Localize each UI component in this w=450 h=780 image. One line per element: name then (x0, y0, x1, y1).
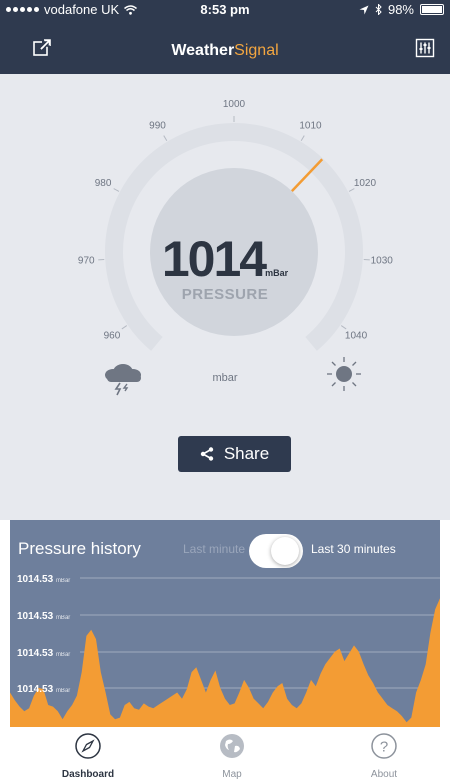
tab-label: Dashboard (61, 769, 115, 780)
question-icon: ? (371, 733, 397, 759)
status-bar: vodafone UK 8:53 pm 98% (0, 0, 450, 20)
battery-percent: 98% (387, 2, 414, 17)
tab-dashboard[interactable]: Dashboard (48, 732, 128, 780)
gauge-unit-caption: mbar (212, 372, 238, 384)
y-axis-label: 1014.53 mBar (17, 648, 71, 659)
y-axis-label: 1014.53 mBar (17, 684, 71, 695)
pressure-gauge-panel: 960 970 980 990 1000 1010 1020 1030 1040 1014mBa… (0, 74, 450, 520)
pressure-unit: mBar (265, 268, 289, 278)
option-last-30-minutes[interactable]: Last 30 minutes (311, 542, 396, 556)
gauge-tick (113, 188, 120, 192)
tab-map[interactable]: Map (192, 732, 272, 780)
battery-icon (420, 4, 444, 15)
history-range-toggle[interactable] (249, 534, 303, 568)
pressure-reading: 1014mBar PRESSURE (150, 230, 300, 303)
share-label: Share (223, 444, 270, 463)
globe-icon (220, 734, 244, 758)
compass-icon (75, 733, 101, 759)
tab-label: Map (222, 769, 242, 780)
gauge-tick-label: 960 (104, 331, 121, 342)
tab-label: About (370, 769, 398, 780)
bluetooth-icon (375, 4, 382, 15)
settings-sliders-icon[interactable] (415, 38, 435, 58)
app-title: WeatherSignal (171, 42, 279, 59)
gauge-tick-label: 970 (78, 256, 95, 267)
gauge-tick (340, 325, 347, 330)
pressure-area-series (10, 598, 440, 727)
y-axis-label: 1014.53 mBar (17, 574, 71, 585)
gauge-tick-label: 1000 (223, 99, 246, 110)
tab-about[interactable]: ? About (344, 732, 424, 780)
location-arrow-icon (359, 5, 369, 14)
tab-bar: Dashboard Map ? About (0, 727, 450, 780)
pressure-history-panel: Pressure history Last minute Last 30 min… (10, 520, 440, 727)
nav-bar: WeatherSignal (0, 26, 450, 74)
gauge-tick (300, 135, 305, 141)
svg-text:?: ? (380, 739, 388, 756)
history-header: Pressure history Last minute Last 30 min… (10, 520, 440, 570)
share-icon (200, 447, 214, 461)
pressure-value: 1014 (161, 231, 267, 287)
gauge-tick-label: 1010 (299, 120, 322, 131)
toggle-knob (271, 537, 299, 565)
gauge-tick-label: 1020 (354, 178, 377, 189)
gauge-tick (163, 135, 168, 141)
gauge-tick-label: 990 (149, 120, 166, 131)
y-axis-label: 1014.53 mBar (17, 611, 71, 622)
gauge-tick (121, 325, 128, 330)
gauge-tick-label: 1040 (345, 331, 368, 342)
history-title: Pressure history (18, 539, 141, 558)
share-button[interactable]: Share (178, 436, 291, 472)
gauge-tick-label: 1030 (371, 256, 394, 267)
gauge-tick-label: 980 (95, 178, 112, 189)
gauge-tick (348, 188, 355, 192)
option-last-minute[interactable]: Last minute (183, 542, 245, 556)
top-bar: vodafone UK 8:53 pm 98% WeatherSignal (0, 0, 450, 74)
pressure-label: PRESSURE (181, 286, 269, 303)
